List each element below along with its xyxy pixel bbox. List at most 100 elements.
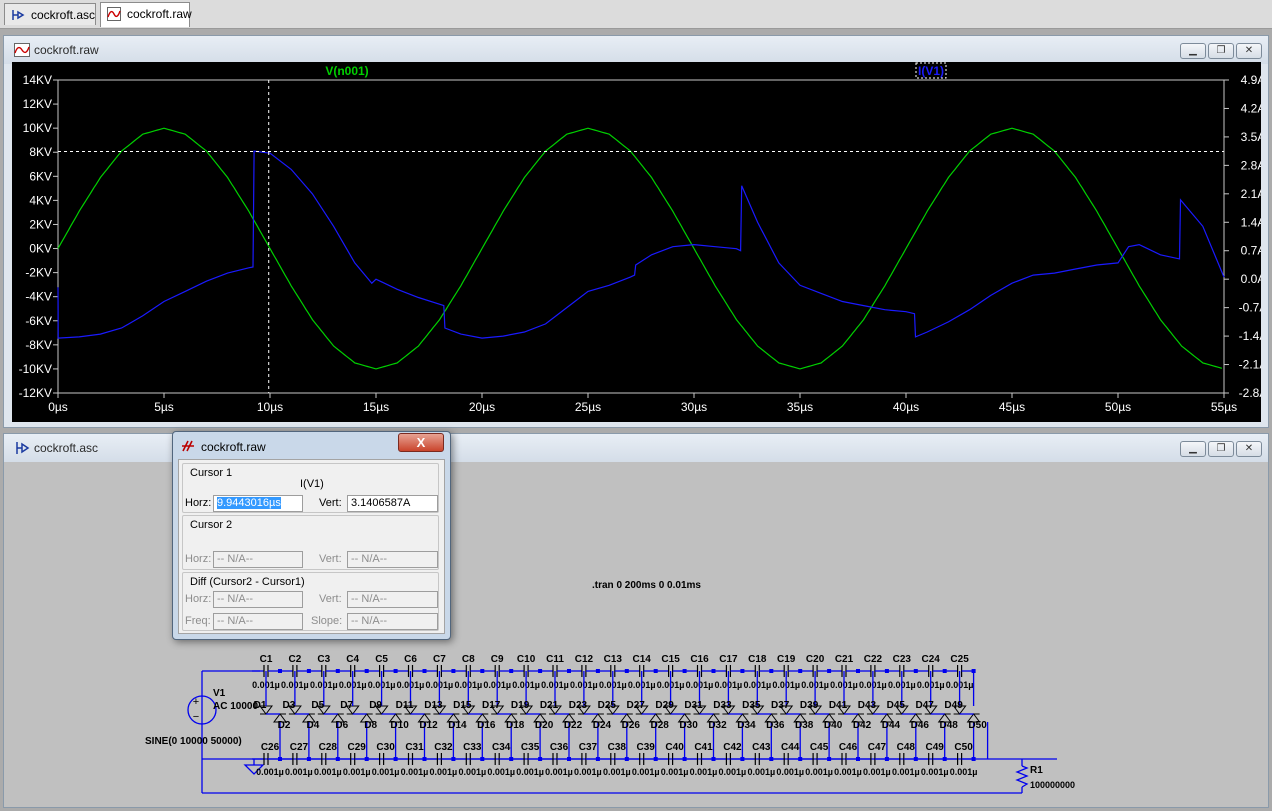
bottom-capacitor-label: C49 — [926, 742, 945, 753]
diode-label-even: D36 — [766, 720, 785, 731]
top-capacitor-label: C15 — [661, 654, 680, 665]
top-capacitor-label: C8 — [462, 654, 475, 665]
horz-label: Horz: — [185, 593, 212, 605]
freq-label: Freq: — [185, 615, 211, 627]
minimize-icon: ▁ — [1189, 45, 1197, 56]
bottom-capacitor-label: C39 — [637, 742, 656, 753]
minimize-button[interactable]: ▁ — [1180, 441, 1206, 457]
horz-field[interactable]: 9.9443016µs — [213, 495, 303, 512]
x-tick-label: 50µs — [1105, 400, 1131, 414]
diode-label-even: D32 — [708, 720, 727, 731]
current-trace — [57, 150, 1225, 339]
close-button[interactable]: ✕ — [1236, 441, 1262, 457]
close-button[interactable]: ✕ — [1236, 43, 1262, 59]
top-capacitor-label: C19 — [777, 654, 796, 665]
close-button[interactable]: X — [398, 433, 444, 452]
diode-label-odd: D23 — [569, 700, 588, 711]
diode-label-even: D34 — [737, 720, 756, 731]
cursor2-group: Cursor 2 Horz: -- N/A-- Vert: -- N/A-- — [182, 515, 439, 570]
diode-label-even: D6 — [335, 720, 348, 731]
bottom-capacitor-value: 0.001µ — [285, 767, 313, 777]
dialog-titlebar[interactable]: cockroft.raw X — [173, 432, 450, 458]
ltspice-logo-icon — [182, 440, 194, 452]
x-tick-label: 55µs — [1211, 400, 1237, 414]
diode-label-odd: D1 — [254, 700, 267, 711]
r1-value: 100000000 — [1030, 780, 1075, 790]
diode-label-even: D24 — [593, 720, 612, 731]
bottom-capacitor-value: 0.001µ — [574, 767, 602, 777]
group-heading: Diff (Cursor2 - Cursor1) — [190, 576, 305, 588]
diode-label-odd: D31 — [684, 700, 703, 711]
r1-resistor-symbol — [1015, 765, 1029, 788]
close-icon: X — [416, 435, 426, 450]
right-tick-label: -0.7A — [1239, 301, 1261, 315]
diode-label-odd: D15 — [453, 700, 472, 711]
vert-field[interactable]: 3.1406587A — [347, 495, 438, 512]
diode-label-even: D48 — [940, 720, 959, 731]
tab-label: cockroft.raw — [127, 7, 192, 21]
window-title: cockroft.raw — [34, 43, 99, 57]
v1-name: V1 — [213, 688, 226, 699]
top-capacitor-label: C20 — [806, 654, 825, 665]
waveform-window-titlebar[interactable]: cockroft.raw ▁ ❐ ✕ — [4, 36, 1268, 64]
diode-label-odd: D37 — [771, 700, 790, 711]
restore-button[interactable]: ❐ — [1208, 441, 1234, 457]
diode-label-even: D30 — [679, 720, 698, 731]
diode-label-even: D12 — [419, 720, 438, 731]
waveform-plot[interactable]: 14KV 12KV 10KV 8KV 6KV 4KV 2KV 0KV -2KV -4KV -6KV -… — [12, 62, 1267, 422]
diode-label-even: D46 — [911, 720, 930, 731]
tab-waveform[interactable]: cockroft.raw — [100, 2, 192, 27]
diode-label-odd: D41 — [829, 700, 848, 711]
bottom-capacitor-label: C33 — [463, 742, 482, 753]
top-capacitor-label: C3 — [317, 654, 330, 665]
diode-label-even: D40 — [824, 720, 843, 731]
top-capacitor-label: C1 — [260, 654, 273, 665]
right-tick-label: 3.5A — [1241, 130, 1261, 144]
waveform-chart[interactable]: 14KV 12KV 10KV 8KV 6KV 4KV 2KV 0KV -2KV -4KV -6KV -… — [12, 62, 1267, 422]
v1-plus-sign: + — [193, 696, 199, 708]
x-tick-label: 40µs — [893, 400, 919, 414]
minimize-button[interactable]: ▁ — [1180, 43, 1206, 59]
bottom-capacitor-label: C41 — [694, 742, 713, 753]
left-tick-label: 10KV — [23, 121, 52, 135]
x-tick-label: 20µs — [469, 400, 495, 414]
diode-label-odd: D11 — [396, 700, 414, 711]
top-capacitor-label: C14 — [633, 654, 652, 665]
cursor1-group: Cursor 1 I(V1) Horz: 9.9443016µs Vert: 3… — [182, 463, 439, 513]
bottom-capacitor-value: 0.001µ — [372, 767, 400, 777]
bottom-capacitor-value: 0.001µ — [805, 767, 833, 777]
top-capacitor-label: C16 — [690, 654, 709, 665]
bottom-capacitor-label: C34 — [492, 742, 511, 753]
diode-label-even: D10 — [390, 720, 409, 731]
bottom-capacitor-value: 0.001µ — [719, 767, 747, 777]
bottom-capacitor-value: 0.001µ — [401, 767, 429, 777]
diode-label-even: D26 — [622, 720, 641, 731]
top-capacitor-label: C6 — [404, 654, 417, 665]
cursor-dialog: cockroft.raw X Cursor 1 I(V1) Horz: 9.94… — [172, 431, 451, 640]
bottom-capacitor-label: C36 — [550, 742, 569, 753]
restore-button[interactable]: ❐ — [1208, 43, 1234, 59]
trace-label-voltage: V(n001) — [325, 64, 368, 78]
left-tick-label: 6KV — [29, 169, 52, 183]
diode-label-even: D14 — [448, 720, 467, 731]
tab-label: cockroft.asc — [31, 8, 96, 22]
x-tick-label: 30µs — [681, 400, 707, 414]
diode-label-odd: D3 — [283, 700, 296, 711]
bottom-capacitor-label: C35 — [521, 742, 540, 753]
v1-sine-spec: SINE(0 10000 50000) — [145, 736, 242, 747]
bottom-capacitor-label: C47 — [868, 742, 887, 753]
diode-label-even: D18 — [506, 720, 525, 731]
vert-field: -- N/A-- — [347, 551, 438, 568]
v1-ac-value: AC 10000 — [213, 701, 258, 712]
schematic-icon — [16, 442, 30, 454]
left-tick-label: -6KV — [25, 314, 52, 328]
bottom-capacitor-label: C40 — [665, 742, 684, 753]
bottom-capacitor-label: C50 — [954, 742, 973, 753]
x-tick-label: 45µs — [999, 400, 1025, 414]
horz-label: Horz: — [185, 497, 212, 509]
x-tick-label: 35µs — [787, 400, 813, 414]
right-tick-label: 4.9A — [1241, 73, 1261, 87]
tab-schematic[interactable]: cockroft.asc — [4, 3, 96, 25]
bottom-capacitor-label: C38 — [608, 742, 627, 753]
bottom-capacitor-value: 0.001µ — [487, 767, 515, 777]
